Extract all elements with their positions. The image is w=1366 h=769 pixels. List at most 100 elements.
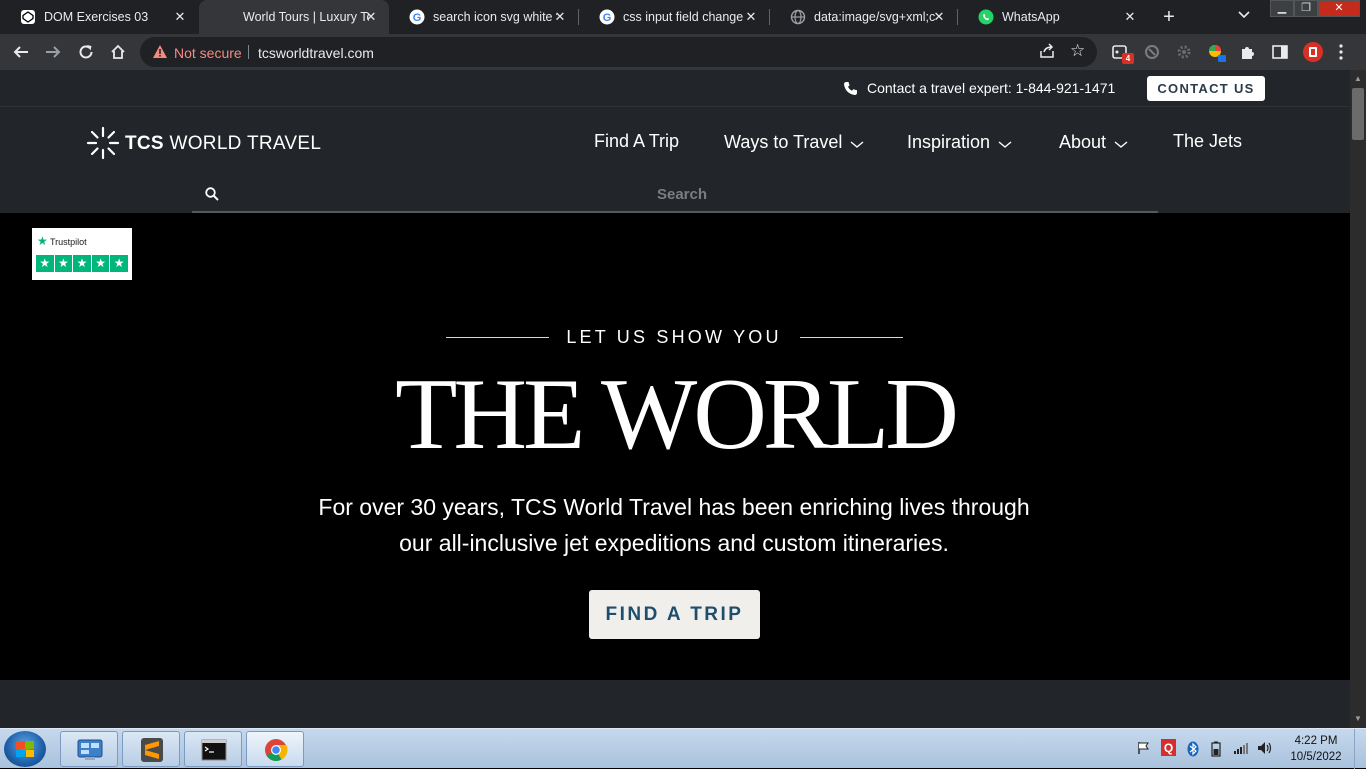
svg-text:Q: Q: [1164, 741, 1173, 755]
not-secure-label[interactable]: Not secure: [174, 45, 242, 61]
scroll-down-arrow-icon[interactable]: ▼: [1354, 714, 1362, 723]
share-icon[interactable]: [1038, 43, 1056, 64]
browser-menu-icon[interactable]: [1338, 43, 1356, 61]
nav-ways-to-travel[interactable]: Ways to Travel: [724, 131, 864, 154]
star-icon: ★: [54, 255, 73, 272]
windows-logo-icon: [16, 741, 34, 757]
eyebrow-rule-right: [800, 337, 903, 338]
tab-dom-exercises[interactable]: DOM Exercises 03 ✕: [0, 0, 198, 34]
web-page: Contact a travel expert: 1-844-921-1471 …: [0, 70, 1350, 728]
volume-icon[interactable]: [1257, 741, 1273, 758]
nav-label: The Jets: [1173, 131, 1243, 151]
control-panel-icon: [77, 739, 103, 760]
nav-label: About: [1059, 132, 1107, 152]
warning-icon[interactable]: [152, 44, 168, 64]
chrome-icon: [265, 739, 288, 761]
google-icon: G: [599, 9, 615, 25]
next-section-strip: [0, 680, 1350, 728]
tab-title: World Tours | Luxury Tours: [243, 10, 369, 24]
contact-us-button[interactable]: CONTACT US: [1147, 76, 1265, 101]
hero-headline: THE WORLD: [395, 358, 959, 471]
site-search-bar: [192, 177, 1158, 213]
nav-label: Inspiration: [907, 132, 991, 152]
hero-eyebrow: LET US SHOW YOU: [566, 327, 782, 347]
tab-data-image[interactable]: data:image/svg+xml;ch ✕: [770, 0, 957, 34]
close-icon[interactable]: ✕: [363, 9, 379, 25]
clock-date: 10/5/2022: [1290, 751, 1342, 763]
tab-world-tours[interactable]: World Tours | Luxury Tours ✕: [199, 0, 389, 34]
reload-button[interactable]: [75, 41, 97, 63]
close-icon[interactable]: ✕: [1122, 9, 1138, 25]
command-prompt-icon: [201, 739, 227, 761]
tab-title: css input field change -: [623, 10, 743, 24]
tab-css-input[interactable]: G css input field change - ✕: [579, 0, 769, 34]
tab-search-chevron-icon[interactable]: [1238, 8, 1250, 22]
tab-search-icon[interactable]: G search icon svg white th ✕: [389, 0, 578, 34]
action-center-flag-icon[interactable]: [1137, 741, 1151, 758]
side-panel-icon[interactable]: [1271, 43, 1289, 61]
taskbar-control-panel[interactable]: [60, 731, 118, 767]
nav-label: Find A Trip: [594, 131, 680, 151]
nav-the-jets[interactable]: The Jets: [1173, 131, 1242, 152]
home-button[interactable]: [107, 41, 129, 63]
nav-about[interactable]: About: [1059, 131, 1128, 154]
star-icon: ★: [110, 255, 128, 272]
hero-description-line-1: For over 30 years, TCS World Travel has …: [318, 494, 1030, 520]
extension-colorpicker-icon[interactable]: [1207, 43, 1226, 62]
bluetooth-icon[interactable]: [1187, 741, 1199, 760]
extensions-puzzle-icon[interactable]: [1239, 43, 1257, 61]
scroll-up-arrow-icon[interactable]: ▲: [1354, 74, 1362, 83]
battery-icon[interactable]: [1211, 741, 1221, 760]
taskbar-command-prompt[interactable]: [184, 731, 242, 767]
sublime-text-icon: [141, 738, 163, 762]
whatsapp-icon: [978, 9, 994, 25]
nav-inspiration[interactable]: Inspiration: [907, 131, 1012, 154]
globe-icon: [790, 9, 806, 25]
back-button[interactable]: [10, 41, 32, 63]
close-icon[interactable]: ✕: [931, 9, 947, 25]
search-input[interactable]: [232, 181, 1132, 207]
tab-whatsapp[interactable]: WhatsApp ✕: [958, 0, 1148, 34]
forward-button[interactable]: [42, 41, 64, 63]
trustpilot-widget[interactable]: ★ Trustpilot ★ ★ ★ ★ ★: [32, 228, 132, 280]
taskbar-sublime-text[interactable]: [122, 731, 180, 767]
chevron-down-icon: [998, 133, 1012, 154]
tcs-sunburst-logo-icon[interactable]: [85, 125, 121, 166]
trustpilot-star-icon: ★: [37, 234, 48, 248]
site-logo-text[interactable]: TCS WORLD TRAVEL: [125, 133, 321, 155]
taskbar-clock[interactable]: 4:22 PM 10/5/2022: [1283, 733, 1349, 765]
omnibox-divider: [248, 45, 249, 59]
extension-badge: 4: [1122, 53, 1134, 64]
close-icon[interactable]: ✕: [552, 9, 568, 25]
scrollbar-thumb[interactable]: [1352, 88, 1364, 140]
taskbar-chrome[interactable]: [246, 731, 304, 767]
q-app-icon[interactable]: Q: [1161, 739, 1176, 759]
page-scrollbar[interactable]: ▲ ▼: [1350, 70, 1366, 728]
close-icon[interactable]: ✕: [743, 9, 759, 25]
start-button[interactable]: [4, 731, 46, 767]
chevron-down-icon: [850, 133, 864, 154]
extension-gear-icon[interactable]: [1175, 43, 1193, 61]
bookmark-star-icon[interactable]: ☆: [1070, 41, 1085, 61]
address-bar[interactable]: Not secure tcsworldtravel.com ☆: [140, 37, 1097, 67]
network-signal-icon[interactable]: [1233, 741, 1249, 758]
profile-avatar-icon[interactable]: [1302, 41, 1324, 63]
find-a-trip-button[interactable]: FIND A TRIP: [589, 590, 760, 639]
nav-find-a-trip[interactable]: Find A Trip: [594, 131, 679, 152]
clock-time: 4:22 PM: [1294, 735, 1338, 747]
search-icon[interactable]: [205, 187, 219, 206]
new-tab-button[interactable]: +: [1158, 6, 1180, 29]
restore-button[interactable]: ❐: [1294, 0, 1318, 17]
show-desktop-button[interactable]: [1354, 729, 1366, 769]
chevron-down-icon: [1114, 133, 1128, 154]
close-icon[interactable]: ✕: [172, 9, 188, 25]
hero-description-line-2: our all-inclusive jet expeditions and cu…: [399, 530, 949, 556]
contact-phone-text[interactable]: Contact a travel expert: 1-844-921-1471: [867, 80, 1115, 96]
extension-circle-icon[interactable]: [1143, 43, 1161, 61]
nav-label: Ways to Travel: [724, 132, 843, 152]
window-close-button[interactable]: ✕: [1318, 0, 1360, 17]
minimize-button[interactable]: ▁: [1270, 0, 1294, 17]
url-text[interactable]: tcsworldtravel.com: [258, 45, 374, 61]
trustpilot-label: Trustpilot: [50, 237, 87, 247]
codepen-icon: [20, 9, 36, 25]
